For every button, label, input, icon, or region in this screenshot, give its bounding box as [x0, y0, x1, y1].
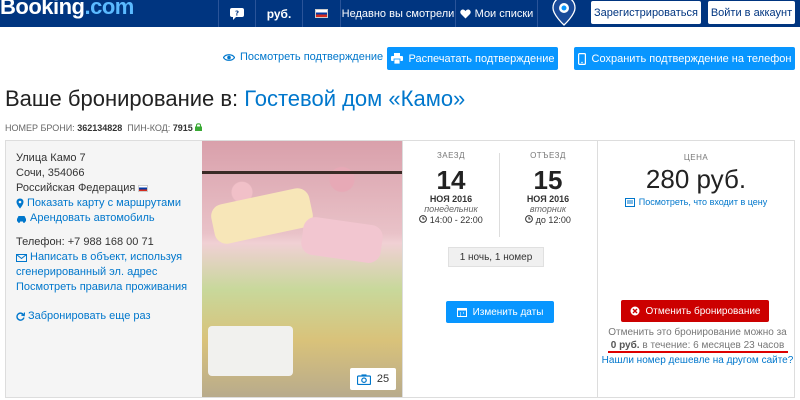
booking-numbers: НОМЕР БРОНИ: 362134828 ПИН-КОД: 7915	[5, 123, 203, 133]
price-block: ЦЕНА 280 руб. Посмотреть, что входит в ц…	[597, 141, 794, 397]
rent-car-link[interactable]: Арендовать автомобиль	[16, 211, 202, 226]
price-amount: 280 руб.	[645, 164, 747, 194]
page-title: Ваше бронирование в: Гостевой дом «Камо»	[5, 86, 465, 112]
hotel-name-link[interactable]: Гостевой дом «Камо»	[244, 86, 465, 111]
clock-icon	[525, 215, 533, 223]
show-map-link[interactable]: Показать карту с маршрутами	[16, 196, 202, 211]
cancel-booking-button[interactable]: Отменить бронирование	[621, 300, 769, 322]
checkin-block: ЗАЕЗД 14 НОЯ 2016 понедельник 14:00 - 22…	[403, 151, 499, 225]
location-pin-icon	[16, 198, 24, 209]
help-icon[interactable]: ?	[218, 0, 255, 27]
eye-icon	[223, 53, 235, 61]
printer-icon	[390, 53, 403, 64]
heart-icon	[459, 9, 471, 18]
cancel-icon	[630, 306, 639, 316]
house-rules-link[interactable]: Посмотреть правила проживания	[16, 280, 202, 295]
checkin-time: 14:00 - 22:00	[403, 215, 499, 225]
refresh-icon	[16, 312, 25, 321]
country: Российская Федерация	[16, 181, 202, 196]
change-dates-button[interactable]: Изменить даты	[446, 301, 554, 323]
russia-flag-icon	[138, 185, 149, 192]
book-again-link[interactable]: Забронировать еще раз	[16, 309, 202, 324]
checkout-block: ОТЪЕЗД 15 НОЯ 2016 вторник до 12:00	[500, 151, 596, 225]
language-selector[interactable]	[302, 0, 340, 27]
photo-detail	[208, 326, 293, 376]
cancellation-policy: Отменить это бронирование можно за 0 руб…	[608, 327, 787, 351]
phone-number: Телефон: +7 988 168 00 71	[16, 236, 154, 248]
property-photo[interactable]: 25	[202, 141, 402, 397]
receipt-icon	[624, 197, 635, 207]
sign-in-button[interactable]: Войти в аккаунт	[708, 1, 795, 24]
nights-rooms-badge: 1 ночь, 1 номер	[448, 247, 544, 267]
car-icon	[17, 215, 26, 223]
my-lists-link[interactable]: Мои списки	[455, 0, 537, 27]
phone-icon	[577, 52, 586, 65]
checkout-time: до 12:00	[500, 215, 596, 225]
save-to-phone-button[interactable]: Сохранить подтверждение на телефон	[574, 47, 795, 70]
clock-icon	[419, 215, 428, 223]
print-confirmation-button[interactable]: Распечатать подтверждение	[387, 47, 558, 70]
email-property-link-cont[interactable]: сгенерированный эл. адрес	[16, 265, 202, 280]
pin-code: 7915	[172, 123, 193, 133]
street-address: Улица Камо 7	[16, 152, 86, 164]
calendar-icon	[456, 308, 467, 317]
price-label: ЦЕНА	[683, 153, 709, 162]
confirmation-number: 362134828	[77, 123, 123, 133]
top-navbar: Booking.com ? руб. Недавно вы смотрели М…	[0, 0, 800, 27]
booking-logo[interactable]: Booking.com	[0, 0, 134, 20]
nav-divider	[537, 0, 538, 27]
recently-viewed-link[interactable]: Недавно вы смотрели	[340, 0, 455, 27]
property-info: Улица Камо 7 Сочи, 354066 Российская Фед…	[6, 141, 202, 397]
map-pin-icon[interactable]	[551, 0, 577, 26]
lock-icon	[195, 123, 203, 131]
city: Сочи, 354066	[16, 167, 85, 179]
booking-card: Улица Камо 7 Сочи, 354066 Российская Фед…	[5, 140, 795, 398]
email-property-link[interactable]: Написать в объект, используя	[16, 250, 202, 265]
red-underline-annotation	[608, 351, 788, 353]
svg-text:?: ?	[235, 9, 239, 17]
photo-gallery-button[interactable]: 25	[350, 368, 396, 390]
stay-dates: ЗАЕЗД 14 НОЯ 2016 понедельник 14:00 - 22…	[402, 141, 597, 397]
price-includes-link[interactable]: Посмотреть, что входит в цену	[598, 197, 794, 207]
title-prefix: Ваше бронирование в:	[5, 86, 239, 111]
found-cheaper-link[interactable]: Нашли номер дешевле на другом сайте?	[600, 355, 795, 366]
register-button[interactable]: Зарегистрироваться	[591, 1, 701, 24]
currency-selector[interactable]: руб.	[255, 0, 302, 27]
envelope-icon	[16, 253, 27, 262]
russia-flag-icon	[315, 9, 328, 18]
view-confirmation-link[interactable]: Посмотреть подтверждение	[223, 51, 383, 63]
camera-icon	[356, 373, 371, 385]
